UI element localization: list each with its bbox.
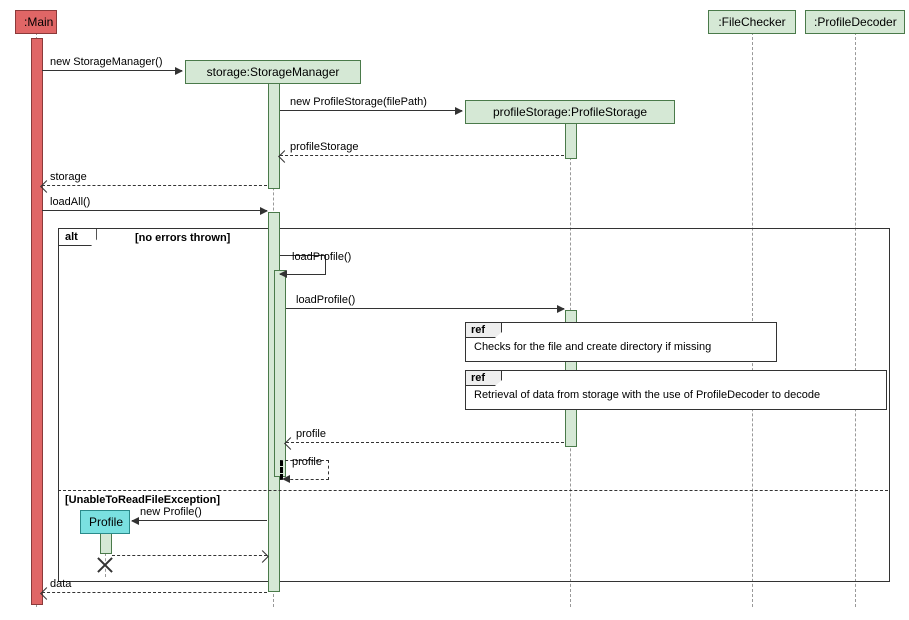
msg-loadprofile1: loadProfile() (292, 251, 351, 263)
participant-label: :Main (24, 15, 53, 29)
destroy-profile (97, 557, 113, 573)
frame-label-alt: alt (59, 229, 97, 246)
msg-new-storage: new StorageManager() (50, 56, 163, 68)
participant-label: :ProfileDecoder (814, 15, 897, 29)
arrow-loadall (42, 210, 267, 211)
participant-label: storage:StorageManager (207, 65, 340, 79)
arrow-ret-profile1 (286, 442, 564, 443)
sequence-diagram: :Main storage:StorageManager profileStor… (10, 10, 899, 610)
activation-profile (100, 532, 112, 554)
participant-label: :FileChecker (718, 15, 785, 29)
msg-new-profile: new Profile() (140, 506, 202, 518)
msg-ret-data: data (50, 578, 71, 590)
participant-main: :Main (15, 10, 57, 34)
activation-main (31, 38, 43, 605)
participant-profile: Profile (80, 510, 130, 534)
activation-storage-1 (268, 82, 280, 189)
msg-new-profilestorage: new ProfileStorage(filePath) (290, 96, 427, 108)
alt-divider (58, 490, 888, 491)
arrow-ret-profilestorage (280, 155, 564, 156)
participant-profilestorage: profileStorage:ProfileStorage (465, 100, 675, 124)
ref-box-1: ref Checks for the file and create direc… (465, 322, 777, 362)
arrow-ret-new-profile (112, 555, 267, 556)
ref-label-1: ref (466, 323, 502, 338)
arrow-ret-data (42, 592, 267, 593)
msg-ret-profilestorage: profileStorage (290, 141, 359, 153)
participant-label: profileStorage:ProfileStorage (493, 105, 647, 119)
msg-ret-profile1: profile (296, 428, 326, 440)
arrow-new-storage (42, 70, 182, 71)
ref-box-2: ref Retrieval of data from storage with … (465, 370, 887, 410)
participant-filechecker: :FileChecker (708, 10, 796, 34)
participant-storage: storage:StorageManager (185, 60, 361, 84)
arrow-new-profile (132, 520, 267, 521)
ref-text-2: Retrieval of data from storage with the … (466, 371, 886, 405)
arrow-ret-storage (42, 185, 267, 186)
ref-text-1: Checks for the file and create directory… (466, 323, 776, 357)
participant-label: Profile (89, 515, 123, 529)
msg-loadprofile2: loadProfile() (296, 294, 355, 306)
msg-ret-storage: storage (50, 171, 87, 183)
activation-storage-3 (274, 270, 286, 477)
arrow-loadprofile2 (286, 308, 564, 309)
msg-ret-profile2: profile (292, 456, 322, 468)
activation-profilestorage-1 (565, 122, 577, 159)
participant-profiledecoder: :ProfileDecoder (805, 10, 905, 34)
ref-label-2: ref (466, 371, 502, 386)
msg-loadall: loadAll() (50, 196, 90, 208)
arrow-new-profilestorage (280, 110, 462, 111)
